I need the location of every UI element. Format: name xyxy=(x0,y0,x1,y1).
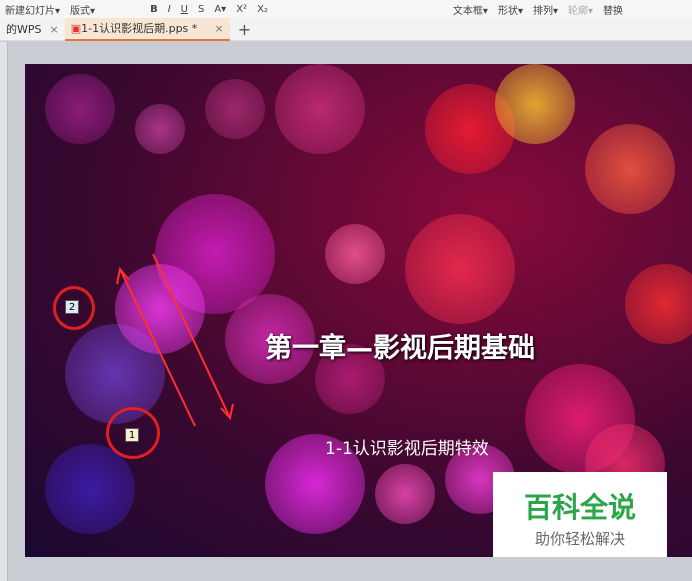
tab-presentation[interactable]: ▣1-1认识影视后期.pps * × xyxy=(64,17,230,41)
replace-button[interactable]: 替换 xyxy=(603,2,623,17)
underline-button[interactable]: U xyxy=(181,4,188,15)
new-tab-button[interactable]: + xyxy=(238,20,251,39)
watermark-logo: 百科全说 助你轻松解决 xyxy=(493,472,667,557)
document-tabs: 的WPS × ▣1-1认识影视后期.pps * × + xyxy=(0,17,692,41)
arrow-line-1 xyxy=(119,268,196,427)
new-slide-button[interactable]: 新建幻灯片▾ xyxy=(5,2,60,17)
strikethrough-button[interactable]: S xyxy=(198,4,204,15)
slide-subtitle: 1-1认识影视后期特效 xyxy=(325,439,489,459)
watermark-title: 百科全说 xyxy=(523,491,636,524)
shape-button[interactable]: 形状▾ xyxy=(498,2,523,17)
pps-file-icon: ▣ xyxy=(70,22,82,35)
close-icon[interactable]: × xyxy=(50,23,59,36)
marker-label-2: 2 xyxy=(65,300,79,314)
tab-wps[interactable]: 的WPS × xyxy=(0,18,65,41)
close-icon[interactable]: × xyxy=(215,22,224,35)
textbox-button[interactable]: 文本框▾ xyxy=(453,2,488,17)
italic-button[interactable]: I xyxy=(168,4,171,15)
arrange-button[interactable]: 排列▾ xyxy=(533,2,558,17)
marker-label-1: 1 xyxy=(125,428,139,442)
superscript-button[interactable]: X² xyxy=(236,4,247,15)
bold-button[interactable]: B xyxy=(150,4,158,15)
watermark-subtitle: 助你轻松解决 xyxy=(534,530,625,548)
tab-label: 1-1认识影视后期.pps * xyxy=(81,22,198,35)
subscript-button[interactable]: X₂ xyxy=(257,4,268,15)
tab-label: 的WPS xyxy=(6,23,42,36)
font-color-button[interactable]: A▾ xyxy=(214,4,226,15)
left-panel-edge[interactable] xyxy=(0,42,8,581)
outline-button[interactable]: 轮廓▾ xyxy=(568,2,593,17)
ribbon-toolbar: 新建幻灯片▾ 版式▾ B I U S A▾ X² X₂ 文本框▾ 形状▾ 排列▾… xyxy=(0,0,692,18)
slide-title: 第一章—影视后期基础 xyxy=(265,333,535,364)
layout-button[interactable]: 版式▾ xyxy=(70,2,95,17)
arrow-line-2 xyxy=(152,253,231,419)
